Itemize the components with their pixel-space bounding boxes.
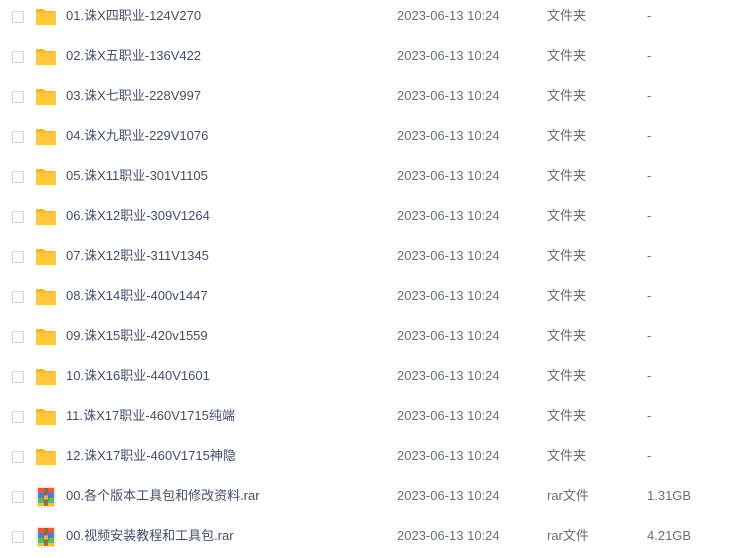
file-name-link[interactable]: 09.诛X15职业-420v1559	[66, 328, 208, 344]
file-size: -	[647, 408, 652, 423]
file-type: 文件夹	[547, 288, 587, 303]
file-type: 文件夹	[547, 128, 587, 143]
folder-icon	[35, 46, 57, 68]
file-type: 文件夹	[547, 328, 587, 343]
folder-row[interactable]: 07.诛X12职业-311V1345 2023-06-13 10:24 文件夹 -	[0, 238, 729, 278]
file-size: -	[647, 48, 652, 63]
folder-icon	[35, 286, 57, 308]
file-size: -	[647, 208, 652, 223]
modified-date: 2023-06-13 10:24	[397, 48, 500, 63]
row-checkbox[interactable]	[12, 331, 24, 343]
file-type: rar文件	[547, 528, 589, 543]
folder-row[interactable]: 05.诛X11职业-301V1105 2023-06-13 10:24 文件夹 -	[0, 158, 729, 198]
folder-icon	[35, 86, 57, 108]
modified-date: 2023-06-13 10:24	[397, 288, 500, 303]
file-name-link[interactable]: 01.诛X四职业-124V270	[66, 8, 201, 24]
file-type: 文件夹	[547, 208, 587, 223]
modified-date: 2023-06-13 10:24	[397, 168, 500, 183]
file-size: -	[647, 368, 652, 383]
row-checkbox[interactable]	[12, 451, 24, 463]
row-checkbox[interactable]	[12, 171, 24, 183]
folder-icon	[35, 126, 57, 148]
file-name-link[interactable]: 10.诛X16职业-440V1601	[66, 368, 210, 384]
modified-date: 2023-06-13 10:24	[397, 248, 500, 263]
folder-row[interactable]: 10.诛X16职业-440V1601 2023-06-13 10:24 文件夹 -	[0, 358, 729, 398]
row-checkbox[interactable]	[12, 531, 24, 543]
row-checkbox[interactable]	[12, 91, 24, 103]
file-type: 文件夹	[547, 448, 587, 463]
file-name-link[interactable]: 11.诛X17职业-460V1715纯端	[66, 408, 235, 424]
file-name-link[interactable]: 07.诛X12职业-311V1345	[66, 248, 209, 264]
file-type: 文件夹	[547, 8, 587, 23]
folder-icon	[35, 246, 57, 268]
folder-row[interactable]: 08.诛X14职业-400v1447 2023-06-13 10:24 文件夹 -	[0, 278, 729, 318]
folder-row[interactable]: 04.诛X九职业-229V1076 2023-06-13 10:24 文件夹 -	[0, 118, 729, 158]
folder-row[interactable]: 09.诛X15职业-420v1559 2023-06-13 10:24 文件夹 -	[0, 318, 729, 358]
modified-date: 2023-06-13 10:24	[397, 328, 500, 343]
file-size: -	[647, 88, 652, 103]
file-list: 01.诛X四职业-124V270 2023-06-13 10:24 文件夹 - 02.…	[0, 0, 729, 558]
file-name-link[interactable]: 03.诛X七职业-228V997	[66, 88, 201, 104]
folder-row[interactable]: 02.诛X五职业-136V422 2023-06-13 10:24 文件夹 -	[0, 38, 729, 78]
file-size: -	[647, 8, 652, 23]
file-name-link[interactable]: 04.诛X九职业-229V1076	[66, 128, 208, 144]
modified-date: 2023-06-13 10:24	[397, 528, 500, 543]
file-name-link[interactable]: 08.诛X14职业-400v1447	[66, 288, 208, 304]
folder-row[interactable]: 12.诛X17职业-460V1715神隐 2023-06-13 10:24 文件夹 -	[0, 438, 729, 478]
file-name-link[interactable]: 06.诛X12职业-309V1264	[66, 208, 210, 224]
row-checkbox[interactable]	[12, 291, 24, 303]
row-checkbox[interactable]	[12, 371, 24, 383]
row-checkbox[interactable]	[12, 11, 24, 23]
folder-row[interactable]: 06.诛X12职业-309V1264 2023-06-13 10:24 文件夹 -	[0, 198, 729, 238]
file-type: 文件夹	[547, 368, 587, 383]
file-size: -	[647, 288, 652, 303]
rar-archive-icon	[35, 526, 57, 548]
row-checkbox[interactable]	[12, 251, 24, 263]
file-row[interactable]: 00.各个版本工具包和修改资料.rar 2023-06-13 10:24 rar文件…	[0, 478, 729, 518]
modified-date: 2023-06-13 10:24	[397, 368, 500, 383]
file-name-link[interactable]: 05.诛X11职业-301V1105	[66, 168, 208, 184]
folder-row[interactable]: 03.诛X七职业-228V997 2023-06-13 10:24 文件夹 -	[0, 78, 729, 118]
modified-date: 2023-06-13 10:24	[397, 448, 500, 463]
file-name-link[interactable]: 12.诛X17职业-460V1715神隐	[66, 448, 236, 464]
file-size: -	[647, 128, 652, 143]
folder-row[interactable]: 11.诛X17职业-460V1715纯端 2023-06-13 10:24 文件夹 -	[0, 398, 729, 438]
file-type: 文件夹	[547, 248, 587, 263]
modified-date: 2023-06-13 10:24	[397, 128, 500, 143]
row-checkbox[interactable]	[12, 51, 24, 63]
row-checkbox[interactable]	[12, 131, 24, 143]
file-size: 4.21GB	[647, 528, 692, 543]
folder-icon	[35, 326, 57, 348]
file-name-link[interactable]: 00.视频安装教程和工具包.rar	[66, 528, 234, 544]
modified-date: 2023-06-13 10:24	[397, 8, 500, 23]
file-name-link[interactable]: 02.诛X五职业-136V422	[66, 48, 201, 64]
file-name-link[interactable]: 00.各个版本工具包和修改资料.rar	[66, 488, 260, 504]
file-size: -	[647, 328, 652, 343]
folder-icon	[35, 206, 57, 228]
file-size: -	[647, 248, 652, 263]
file-size: -	[647, 448, 652, 463]
modified-date: 2023-06-13 10:24	[397, 208, 500, 223]
file-type: 文件夹	[547, 168, 587, 183]
row-checkbox[interactable]	[12, 411, 24, 423]
rar-archive-icon	[35, 486, 57, 508]
file-size: 1.31GB	[647, 488, 692, 503]
folder-row[interactable]: 01.诛X四职业-124V270 2023-06-13 10:24 文件夹 -	[0, 0, 729, 38]
modified-date: 2023-06-13 10:24	[397, 408, 500, 423]
file-type: 文件夹	[547, 408, 587, 423]
folder-icon	[35, 166, 57, 188]
file-type: rar文件	[547, 488, 589, 503]
row-checkbox[interactable]	[12, 211, 24, 223]
file-type: 文件夹	[547, 48, 587, 63]
folder-icon	[35, 6, 57, 28]
file-row[interactable]: 00.视频安装教程和工具包.rar 2023-06-13 10:24 rar文件 4.…	[0, 518, 729, 558]
modified-date: 2023-06-13 10:24	[397, 488, 500, 503]
row-checkbox[interactable]	[12, 491, 24, 503]
folder-icon	[35, 366, 57, 388]
folder-icon	[35, 406, 57, 428]
file-size: -	[647, 168, 652, 183]
file-type: 文件夹	[547, 88, 587, 103]
folder-icon	[35, 446, 57, 468]
modified-date: 2023-06-13 10:24	[397, 88, 500, 103]
